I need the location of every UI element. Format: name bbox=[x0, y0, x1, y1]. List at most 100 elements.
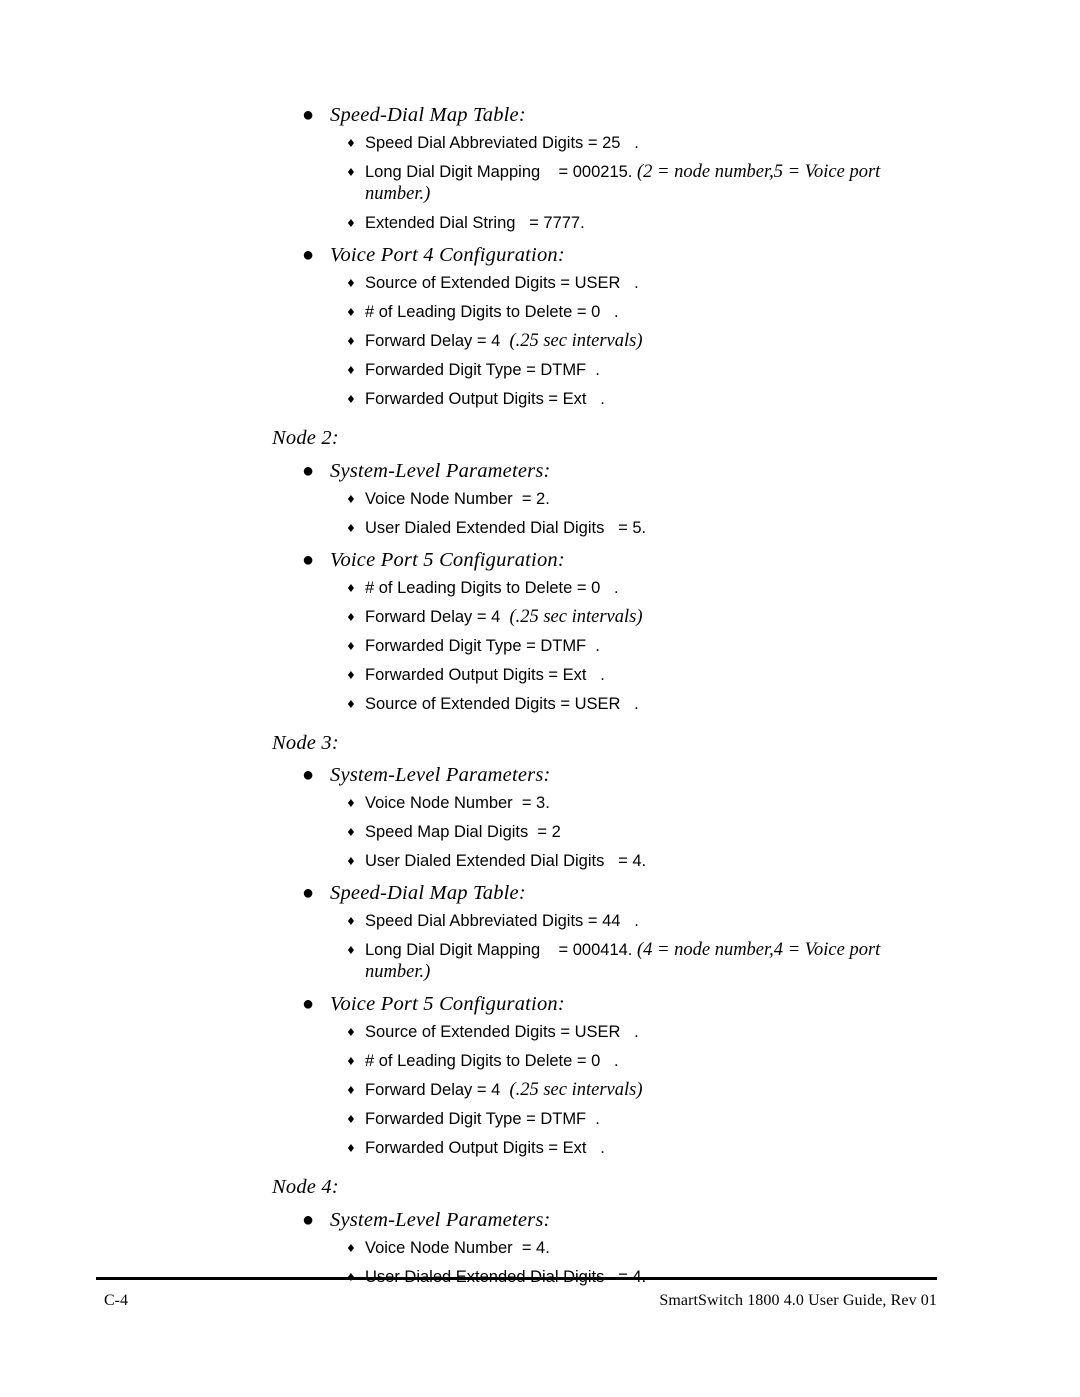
parameter-text: Source of Extended Digits = USER . bbox=[365, 1021, 930, 1043]
outline-group-label: System-Level Parameters: bbox=[330, 1208, 551, 1231]
diamond-bullet-icon: ♦ bbox=[346, 364, 356, 377]
outline-parameter-item: ♦ Forward Delay = 4 (.25 sec intervals) bbox=[0, 606, 1080, 628]
parameter-label-value: Extended Dial String = 7777. bbox=[365, 214, 585, 232]
parameter-label-value: Forwarded Digit Type = DTMF . bbox=[365, 361, 600, 379]
node-heading: Node 4: bbox=[272, 1176, 339, 1198]
parameter-label-value: Voice Node Number = 4. bbox=[365, 1238, 550, 1257]
outline-group-heading: ● Speed-Dial Map Table: bbox=[0, 104, 1080, 127]
outline-parameter-item: ♦ Forwarded Output Digits = Ext . bbox=[0, 388, 1080, 410]
page-footer: C-4 SmartSwitch 1800 4.0 User Guide, Rev… bbox=[96, 1292, 937, 1316]
parameter-text: Speed Map Dial Digits = 2 bbox=[365, 821, 930, 843]
outline-parameter-item: ♦ Source of Extended Digits = USER . bbox=[0, 272, 1080, 294]
diamond-bullet-icon: ♦ bbox=[346, 137, 356, 150]
outline-group-label: System-Level Parameters: bbox=[330, 764, 551, 786]
outline-group-heading: ● Speed-Dial Map Table: bbox=[0, 882, 1080, 905]
footer-divider bbox=[96, 1277, 937, 1280]
parameter-annotation: (.25 sec intervals) bbox=[509, 1080, 643, 1100]
parameter-label-value: Voice Node Number = 3. bbox=[365, 794, 550, 812]
parameter-label-value: Voice Node Number = 2. bbox=[365, 489, 550, 508]
diamond-bullet-icon: ♦ bbox=[346, 1084, 356, 1097]
diamond-bullet-icon: ♦ bbox=[346, 492, 356, 506]
parameter-label-value: Forward Delay = 4 bbox=[365, 332, 510, 350]
outline-parameter-item: ♦ Speed Dial Abbreviated Digits = 44 . bbox=[0, 910, 1080, 932]
parameter-label-value: Forwarded Digit Type = DTMF . bbox=[365, 636, 600, 655]
parameter-label-value: Long Dial Digit Mapping = 000414. bbox=[365, 941, 637, 959]
parameter-text: User Dialed Extended Dial Digits = 4. bbox=[365, 850, 930, 872]
parameter-text: Forwarded Output Digits = Ext . bbox=[365, 388, 930, 410]
outline-parameter-item: ♦ Forward Delay = 4 (.25 sec intervals) bbox=[0, 330, 1080, 352]
outline-parameter-item: ♦ Speed Dial Abbreviated Digits = 25 . bbox=[0, 132, 1080, 154]
parameter-text: Forwarded Digit Type = DTMF . bbox=[365, 1108, 930, 1130]
diamond-bullet-icon: ♦ bbox=[346, 521, 356, 535]
round-bullet-icon: ● bbox=[302, 244, 315, 266]
diamond-bullet-icon: ♦ bbox=[346, 581, 356, 595]
round-bullet-icon: ● bbox=[302, 1208, 315, 1231]
diamond-bullet-icon: ♦ bbox=[346, 826, 356, 839]
diamond-bullet-icon: ♦ bbox=[346, 797, 356, 810]
diamond-bullet-icon: ♦ bbox=[346, 335, 356, 348]
parameter-text: Voice Node Number = 2. bbox=[365, 488, 930, 510]
diamond-bullet-icon: ♦ bbox=[346, 855, 356, 868]
diamond-bullet-icon: ♦ bbox=[346, 217, 356, 230]
node-heading: Node 2: bbox=[272, 427, 339, 449]
continuation-section: ● Speed-Dial Map Table: ♦ Speed Dial Abbrev… bbox=[0, 104, 1080, 410]
outline-parameter-item: ♦ Source of Extended Digits = USER . bbox=[0, 1021, 1080, 1043]
outline-group-heading: ● System-Level Parameters: bbox=[0, 1209, 1080, 1232]
parameter-annotation: (.25 sec intervals) bbox=[509, 606, 643, 627]
footer-page-number: C-4 bbox=[104, 1292, 128, 1309]
outline-parameter-item: ♦ Long Dial Digit Mapping = 000414. (4 = … bbox=[0, 939, 1080, 983]
parameter-text: Long Dial Digit Mapping = 000215. (2 = n… bbox=[365, 161, 930, 205]
diamond-bullet-icon: ♦ bbox=[346, 1142, 356, 1155]
outline-parameter-item: ♦ Voice Node Number = 4. bbox=[0, 1237, 1080, 1259]
parameter-annotation: (.25 sec intervals) bbox=[509, 331, 643, 351]
parameter-label-value: Forward Delay = 4 bbox=[365, 607, 510, 626]
diamond-bullet-icon: ♦ bbox=[346, 697, 356, 711]
outline-parameter-item: ♦ User Dialed Extended Dial Digits = 4. bbox=[0, 850, 1080, 872]
outline-parameter-item: ♦ Forward Delay = 4 (.25 sec intervals) bbox=[0, 1079, 1080, 1101]
diamond-bullet-icon: ♦ bbox=[346, 166, 356, 179]
parameter-label-value: Source of Extended Digits = USER . bbox=[365, 1023, 639, 1041]
parameter-text: # of Leading Digits to Delete = 0 . bbox=[365, 301, 930, 323]
diamond-bullet-icon: ♦ bbox=[346, 1241, 356, 1255]
parameter-label-value: Long Dial Digit Mapping = 000215. bbox=[365, 163, 637, 181]
diamond-bullet-icon: ♦ bbox=[346, 306, 356, 319]
diamond-bullet-icon: ♦ bbox=[346, 1055, 356, 1068]
parameter-text: Source of Extended Digits = USER . bbox=[365, 272, 930, 294]
outline-parameter-item: ♦ Voice Node Number = 2. bbox=[0, 488, 1080, 510]
diamond-bullet-icon: ♦ bbox=[346, 915, 356, 928]
parameter-label-value: Forward Delay = 4 bbox=[365, 1081, 510, 1099]
parameter-label-value: # of Leading Digits to Delete = 0 . bbox=[365, 1052, 619, 1070]
diamond-bullet-icon: ♦ bbox=[346, 277, 356, 290]
parameter-text: # of Leading Digits to Delete = 0 . bbox=[365, 577, 930, 599]
outline-parameter-item: ♦ Extended Dial String = 7777. bbox=[0, 212, 1080, 234]
parameter-text: Forward Delay = 4 (.25 sec intervals) bbox=[365, 330, 930, 352]
parameter-text: Source of Extended Digits = USER . bbox=[365, 693, 930, 715]
parameter-label-value: Speed Dial Abbreviated Digits = 25 . bbox=[365, 134, 639, 152]
outline-parameter-item: ♦ Forwarded Output Digits = Ext . bbox=[0, 1137, 1080, 1159]
parameter-text: Forward Delay = 4 (.25 sec intervals) bbox=[365, 606, 930, 628]
parameter-label-value: Forwarded Output Digits = Ext . bbox=[365, 665, 605, 684]
parameter-label-value: User Dialed Extended Dial Digits = 5. bbox=[365, 518, 647, 537]
outline-group-label: System-Level Parameters: bbox=[330, 459, 551, 482]
parameter-text: # of Leading Digits to Delete = 0 . bbox=[365, 1050, 930, 1072]
outline-group-heading: ● Voice Port 5 Configuration: bbox=[0, 993, 1080, 1016]
diamond-bullet-icon: ♦ bbox=[346, 1113, 356, 1126]
node-section: Node 2: ● System-Level Parameters: ♦ Voice N… bbox=[0, 428, 1080, 715]
outline-group-heading: ● Voice Port 4 Configuration: bbox=[0, 244, 1080, 267]
parameter-label-value: Forwarded Output Digits = Ext . bbox=[365, 1139, 605, 1157]
outline-parameter-item: ♦ User Dialed Extended Dial Digits = 5. bbox=[0, 517, 1080, 539]
outline-group-heading: ● Voice Port 5 Configuration: bbox=[0, 549, 1080, 572]
parameter-label-value: Forwarded Output Digits = Ext . bbox=[365, 390, 605, 408]
node-section: Node 3: ● System-Level Parameters: ♦ Voice N… bbox=[0, 732, 1080, 1160]
outline-group-label: Voice Port 5 Configuration: bbox=[330, 993, 565, 1015]
outline-parameter-item: ♦ Forwarded Digit Type = DTMF . bbox=[0, 359, 1080, 381]
node-section: Node 4: ● System-Level Parameters: ♦ Voice N… bbox=[0, 1177, 1080, 1288]
outline-parameter-item: ♦ # of Leading Digits to Delete = 0 . bbox=[0, 577, 1080, 599]
parameter-label-value: Speed Map Dial Digits = 2 bbox=[365, 823, 561, 841]
outline-parameter-item: ♦ Source of Extended Digits = USER . bbox=[0, 693, 1080, 715]
outline-parameter-item: ♦ Voice Node Number = 3. bbox=[0, 792, 1080, 814]
diamond-bullet-icon: ♦ bbox=[346, 1026, 356, 1039]
outline-parameter-item: ♦ # of Leading Digits to Delete = 0 . bbox=[0, 1050, 1080, 1072]
parameter-text: Forwarded Digit Type = DTMF . bbox=[365, 635, 930, 657]
round-bullet-icon: ● bbox=[302, 104, 315, 126]
